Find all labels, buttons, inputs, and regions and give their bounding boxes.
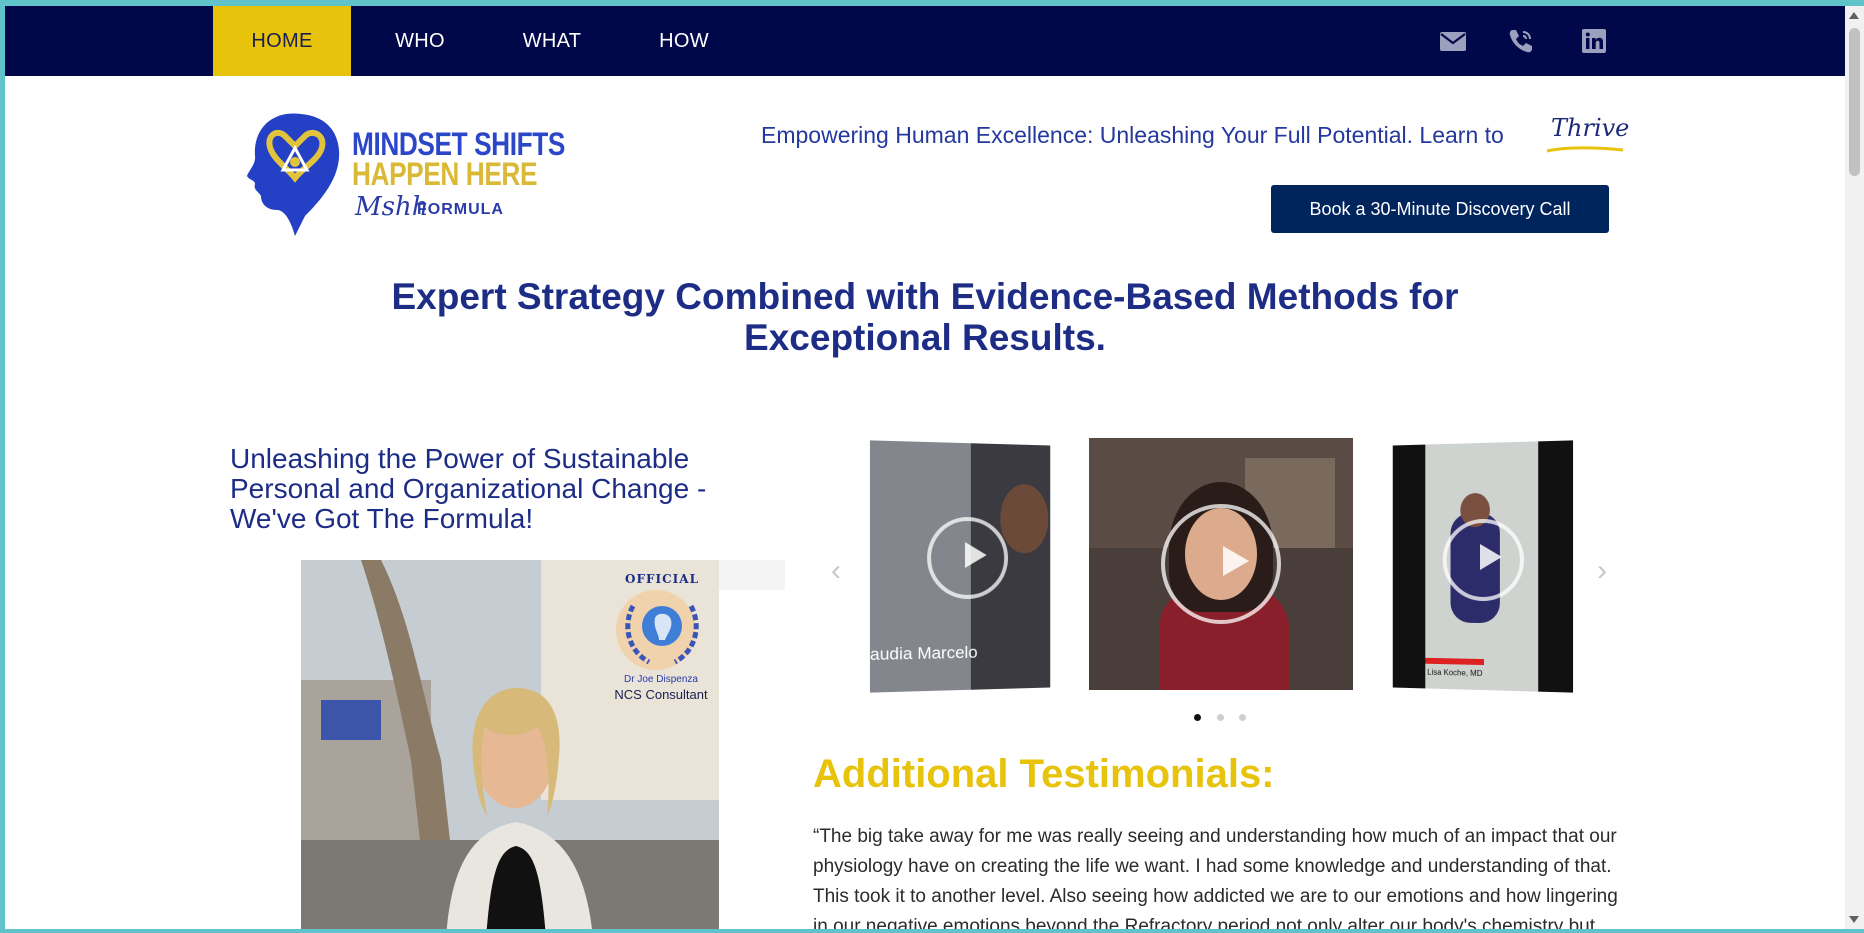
tagline-script: Thrive xyxy=(1551,114,1630,142)
tagline: Empowering Human Excellence: Unleashing … xyxy=(761,122,1504,148)
badge-official: OFFICIAL xyxy=(624,572,700,586)
testimonials-title: Additional Testimonials: xyxy=(813,752,1275,796)
page-headline: Expert Strategy Combined with Evidence-B… xyxy=(391,276,1459,358)
nav-item-how[interactable]: HOW xyxy=(619,6,749,76)
scroll-down-arrow[interactable] xyxy=(1849,916,1859,923)
logo-line-2: HAPPEN HERE xyxy=(352,156,538,192)
page-scrollbar[interactable] xyxy=(1845,6,1864,929)
laurel-head-icon xyxy=(625,604,699,665)
thrive-underline xyxy=(1546,146,1624,153)
book-discovery-call-button[interactable]: Book a 30-Minute Discovery Call xyxy=(1271,185,1609,233)
video-slide-3[interactable]: Lisa Koche, MD xyxy=(1392,440,1574,693)
scroll-thumb[interactable] xyxy=(1849,28,1860,176)
carousel-dot-3[interactable] xyxy=(1239,714,1246,721)
head-heart-icon xyxy=(247,113,340,236)
slide-caption: Lisa Koche, MD xyxy=(1427,667,1483,679)
badge-line-2: NCS Consultant xyxy=(614,687,708,702)
envelope-icon[interactable] xyxy=(1438,26,1468,56)
play-icon xyxy=(1161,504,1281,624)
nav-item-what[interactable]: WHAT xyxy=(487,6,617,76)
linkedin-icon[interactable] xyxy=(1579,26,1609,56)
logo-formula: FORMULA xyxy=(417,201,504,218)
video-slide-2[interactable] xyxy=(1089,438,1353,690)
page-frame: HOME WHO WHAT HOW MINDSET SHIFTS HAPPEN … xyxy=(5,6,1845,929)
phone-icon[interactable] xyxy=(1506,26,1536,56)
carousel-dot-2[interactable] xyxy=(1217,714,1224,721)
badge-line-1: Dr Joe Dispenza xyxy=(624,674,698,685)
video-slide-1[interactable]: audia Marcelo xyxy=(869,440,1051,693)
carousel-prev-arrow[interactable]: ‹ xyxy=(831,554,841,588)
slide-caption: audia Marcelo xyxy=(869,642,978,665)
scroll-up-arrow[interactable] xyxy=(1849,12,1859,19)
nav-item-home[interactable]: HOME xyxy=(213,6,351,76)
portrait-edge xyxy=(719,560,785,590)
carousel-dot-1[interactable] xyxy=(1194,714,1201,721)
top-navigation: HOME WHO WHAT HOW xyxy=(5,6,1845,76)
sub-headline: Unleashing the Power of Sustainable Pers… xyxy=(230,443,707,534)
testimonial-text: “The big take away for me was really see… xyxy=(813,826,1618,929)
site-logo[interactable]: MINDSET SHIFTS HAPPEN HERE Mshh FORMULA xyxy=(243,106,588,241)
carousel-next-arrow[interactable]: › xyxy=(1597,554,1607,588)
nav-item-who[interactable]: WHO xyxy=(355,6,485,76)
